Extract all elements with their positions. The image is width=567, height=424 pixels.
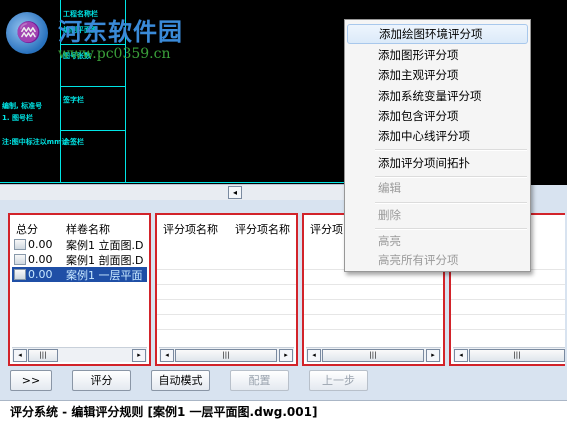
scroll-thumb[interactable]: ||| bbox=[322, 349, 424, 362]
panel-hscrollbar[interactable]: ◂ ||| ▸ bbox=[12, 347, 147, 362]
list-item[interactable]: 0.00 案例1 立面图.D bbox=[12, 237, 147, 252]
cad-note: 注:图中标注以mm计 bbox=[2, 138, 69, 146]
col-sample-name[interactable]: 样卷名称 bbox=[60, 219, 114, 236]
menu-add-topology-item[interactable]: 添加评分项间拓扑 bbox=[347, 153, 528, 173]
list-item-selected[interactable]: 0.00 案例1 一层平面 bbox=[12, 267, 147, 282]
col-score-item-name-2[interactable]: 评分项名称 bbox=[229, 219, 294, 236]
list-item[interactable]: 0.00 案例1 剖面图.D bbox=[12, 252, 147, 267]
scroll-thumb[interactable]: ||| bbox=[175, 349, 277, 362]
cad-note: 编制, 标准号 bbox=[2, 102, 43, 110]
dwg-file-icon bbox=[14, 239, 26, 250]
menu-separator bbox=[375, 228, 527, 230]
row-name: 案例1 一层平面 bbox=[66, 268, 143, 282]
score-button[interactable]: 评分 bbox=[72, 370, 131, 391]
menu-add-centerline-item[interactable]: 添加中心线评分项 bbox=[347, 126, 528, 146]
menu-add-subjective-item[interactable]: 添加主观评分项 bbox=[347, 65, 528, 85]
panel-hscrollbar[interactable]: ◂ ||| ▸ bbox=[306, 347, 441, 362]
expand-button[interactable]: >> bbox=[10, 370, 52, 391]
scroll-thumb[interactable]: ||| bbox=[469, 349, 565, 362]
menu-highlight-all-item[interactable]: 高亮所有评分项 bbox=[347, 250, 528, 270]
previous-step-button[interactable]: 上一步 bbox=[309, 370, 368, 391]
watermark-url: www.pc0359.cn bbox=[58, 46, 171, 62]
row-name: 案例1 立面图.D bbox=[66, 238, 144, 252]
menu-delete-item[interactable]: 删除 bbox=[347, 205, 528, 225]
watermark-logo-icon: ♒ bbox=[6, 12, 48, 54]
score-item-header: 评分项名称 评分项名称 bbox=[157, 219, 294, 236]
row-score: 0.00 bbox=[28, 238, 53, 251]
sample-list-panel[interactable]: 总分 样卷名称 0.00 案例1 立面图.D 0.00 案例1 剖面图.D 0.… bbox=[8, 213, 151, 366]
context-menu: 添加绘图环境评分项 添加图形评分项 添加主观评分项 添加系统变量评分项 添加包含… bbox=[344, 19, 531, 272]
menu-add-sysvar-item[interactable]: 添加系统变量评分项 bbox=[347, 86, 528, 106]
auto-mode-button[interactable]: 自动模式 bbox=[151, 370, 210, 391]
sample-list-header: 总分 样卷名称 bbox=[10, 219, 114, 236]
score-item-panel[interactable]: 评分项名称 评分项名称 ◂ ||| ▸ bbox=[155, 213, 298, 366]
scroll-left-arrow-icon[interactable]: ◂ bbox=[13, 349, 27, 362]
watermark-title: 河东软件园 bbox=[58, 17, 183, 46]
col-score-item[interactable]: 评分项 bbox=[304, 219, 347, 236]
row-score: 0.00 bbox=[28, 268, 53, 281]
score-detail-header: 评分项 bbox=[304, 219, 347, 236]
panel-hscrollbar[interactable]: ◂ ||| bbox=[453, 347, 565, 362]
scroll-right-arrow-icon[interactable]: ▸ bbox=[132, 349, 146, 362]
scroll-left-arrow-icon[interactable]: ◂ bbox=[160, 349, 174, 362]
scroll-left-arrow-icon[interactable]: ◂ bbox=[228, 186, 242, 199]
config-button[interactable]: 配置 bbox=[230, 370, 289, 391]
menu-add-drawing-env-item[interactable]: 添加绘图环境评分项 bbox=[347, 24, 528, 44]
scroll-thumb[interactable]: ||| bbox=[28, 349, 58, 362]
scroll-right-arrow-icon[interactable]: ▸ bbox=[426, 349, 440, 362]
status-bar: 评分系统 - 编辑评分规则 [案例1 一层平面图.dwg.001] bbox=[0, 400, 567, 424]
col-total-score[interactable]: 总分 bbox=[10, 219, 60, 236]
cad-label: 签字栏 bbox=[63, 96, 84, 104]
scroll-left-arrow-icon[interactable]: ◂ bbox=[307, 349, 321, 362]
col-score-item-name[interactable]: 评分项名称 bbox=[157, 219, 229, 236]
scroll-left-arrow-icon[interactable]: ◂ bbox=[454, 349, 468, 362]
dwg-file-icon bbox=[14, 269, 26, 280]
row-name: 案例1 剖面图.D bbox=[66, 253, 144, 267]
menu-add-contain-item[interactable]: 添加包含评分项 bbox=[347, 106, 528, 126]
dwg-file-icon bbox=[14, 254, 26, 265]
cad-note: 1. 图号栏 bbox=[2, 114, 33, 122]
menu-add-graphic-item[interactable]: 添加图形评分项 bbox=[347, 45, 528, 65]
row-score: 0.00 bbox=[28, 253, 53, 266]
menu-separator bbox=[375, 202, 527, 204]
panel-hscrollbar[interactable]: ◂ ||| ▸ bbox=[159, 347, 294, 362]
scroll-right-arrow-icon[interactable]: ▸ bbox=[279, 349, 293, 362]
drawing-hscrollbar[interactable] bbox=[0, 184, 345, 200]
menu-edit-item[interactable]: 编辑 bbox=[347, 178, 528, 198]
menu-highlight-item[interactable]: 高亮 bbox=[347, 231, 528, 251]
menu-separator bbox=[375, 149, 527, 151]
